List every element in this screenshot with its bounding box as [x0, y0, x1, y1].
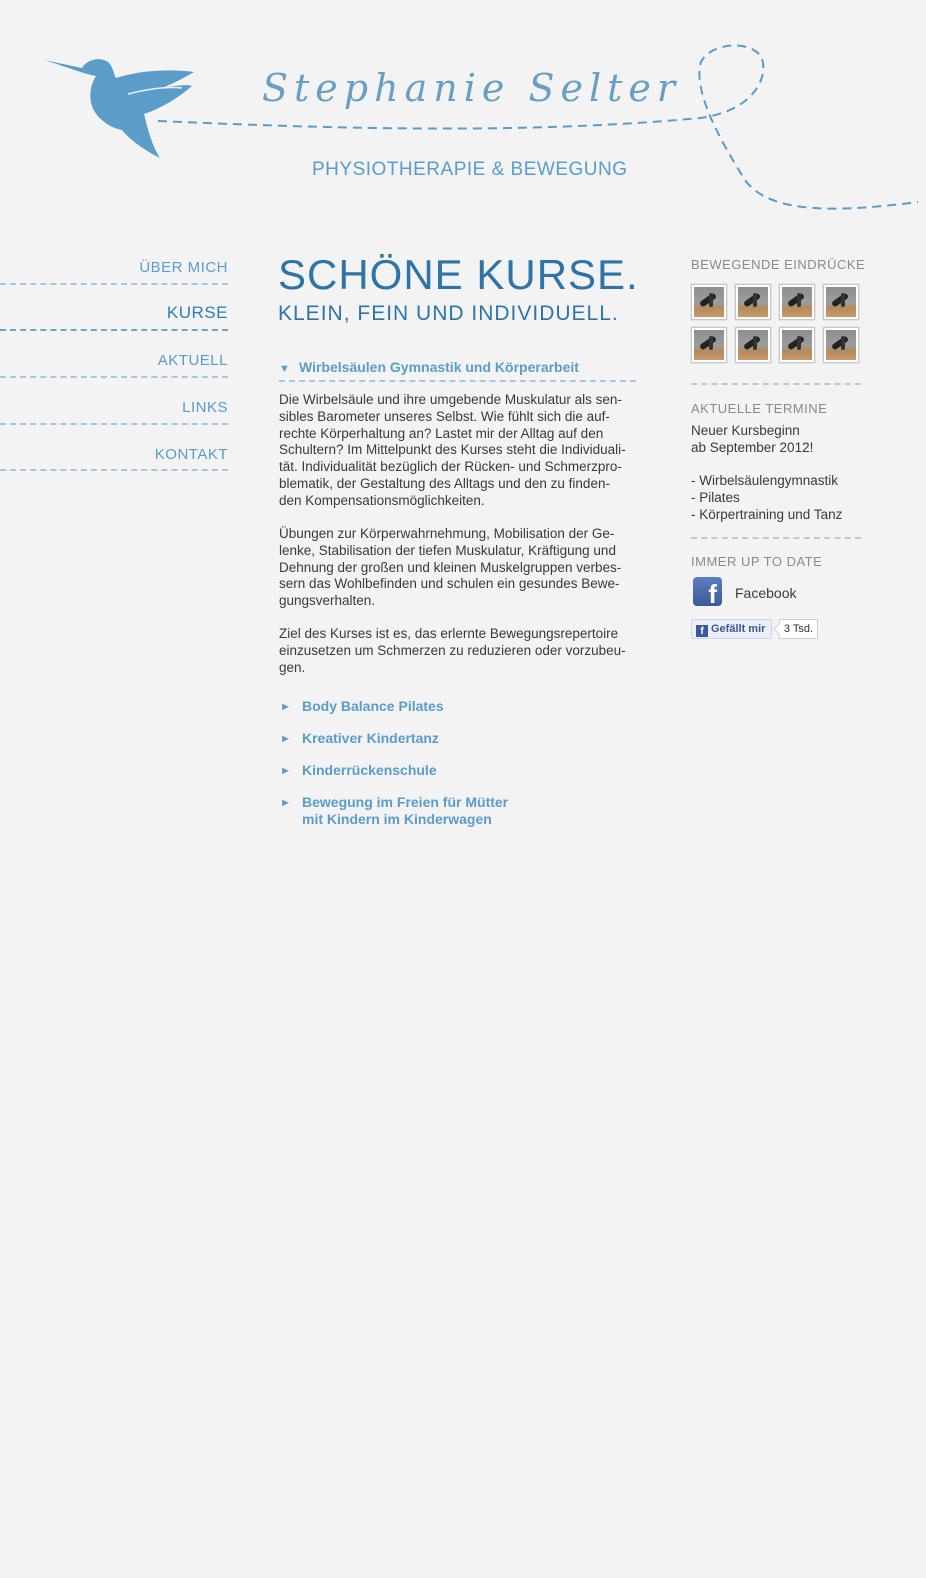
gallery-heading: Bewegende Eindrücke	[691, 257, 866, 272]
nav-separator	[0, 283, 228, 285]
course-link-kreativer-kindertanz[interactable]: ► Kreativer Kindertanz	[280, 730, 439, 747]
nav-item-kurse[interactable]: Kurse	[167, 303, 228, 323]
sidebar-separator	[691, 537, 861, 539]
gallery-thumbnail[interactable]	[735, 284, 771, 320]
gallery-thumbnail[interactable]	[823, 327, 859, 363]
triangle-down-icon: ▼	[279, 363, 290, 375]
nav-item-links[interactable]: Links	[182, 399, 228, 416]
course-paragraph: Die Wirbelsäule und ihre umgebende Musku…	[279, 392, 626, 508]
course-paragraph: Übungen zur Körperwahrnehmung, Mobilisat…	[279, 526, 622, 609]
gallery-thumbnail[interactable]	[691, 327, 727, 363]
site-name-signature: Stephanie Selter	[262, 66, 682, 110]
page-title: Schöne Kurse.	[278, 251, 639, 298]
triangle-right-icon: ►	[280, 797, 291, 809]
course-separator	[279, 380, 636, 382]
dates-text: Neuer Kursbeginn ab September 2012! - Wi…	[691, 423, 843, 522]
nav-item-aktuell[interactable]: Aktuell	[158, 352, 228, 369]
triangle-right-icon: ►	[280, 765, 291, 777]
facebook-like-button[interactable]: f Gefällt mir	[691, 619, 772, 639]
gallery-thumbnail[interactable]	[779, 327, 815, 363]
triangle-right-icon: ►	[280, 701, 291, 713]
course-link-body-balance-pilates[interactable]: ► Body Balance Pilates	[280, 698, 444, 715]
gallery-thumbnail[interactable]	[735, 327, 771, 363]
nav-separator	[0, 423, 228, 425]
nav-separator	[0, 469, 228, 471]
gallery-thumbnail[interactable]	[779, 284, 815, 320]
course-paragraph: Ziel des Kurses ist es, das erlernte Bew…	[279, 626, 626, 675]
tagline: Physiotherapie & Bewegung	[312, 159, 628, 180]
gallery-thumbnail[interactable]	[823, 284, 859, 320]
course-title: Wirbelsäulen Gymnastik und Körperarbeit	[299, 359, 579, 375]
facebook-link[interactable]: Facebook	[735, 585, 796, 601]
nav-separator	[0, 376, 228, 378]
nav-item-ueber-mich[interactable]: Über mich	[139, 259, 228, 276]
social-heading: Immer up to date	[691, 554, 823, 569]
page-subtitle: Klein, fein und individuell.	[278, 302, 619, 325]
facebook-f-icon: f	[696, 625, 708, 637]
gallery-thumbnail[interactable]	[691, 284, 727, 320]
nav-separator	[0, 329, 228, 331]
course-link-kinderrueckenschule[interactable]: ► Kinderrückenschule	[280, 762, 437, 779]
sidebar-separator	[691, 383, 861, 385]
dates-heading: Aktuelle Termine	[691, 401, 828, 416]
facebook-icon[interactable]: f	[693, 577, 722, 606]
hummingbird-logo	[44, 59, 194, 158]
like-count-badge: 3 Tsd.	[779, 619, 818, 639]
course-link-bewegung-im-freien[interactable]: ► Bewegung im Freien für Mütter mit Kinder…	[280, 794, 508, 827]
course-accordion-open-header[interactable]: ▼ Wirbelsäulen Gymnastik und Körperarbeit	[279, 359, 579, 375]
nav-item-kontakt[interactable]: Kontakt	[155, 446, 228, 463]
triangle-right-icon: ►	[280, 733, 291, 745]
